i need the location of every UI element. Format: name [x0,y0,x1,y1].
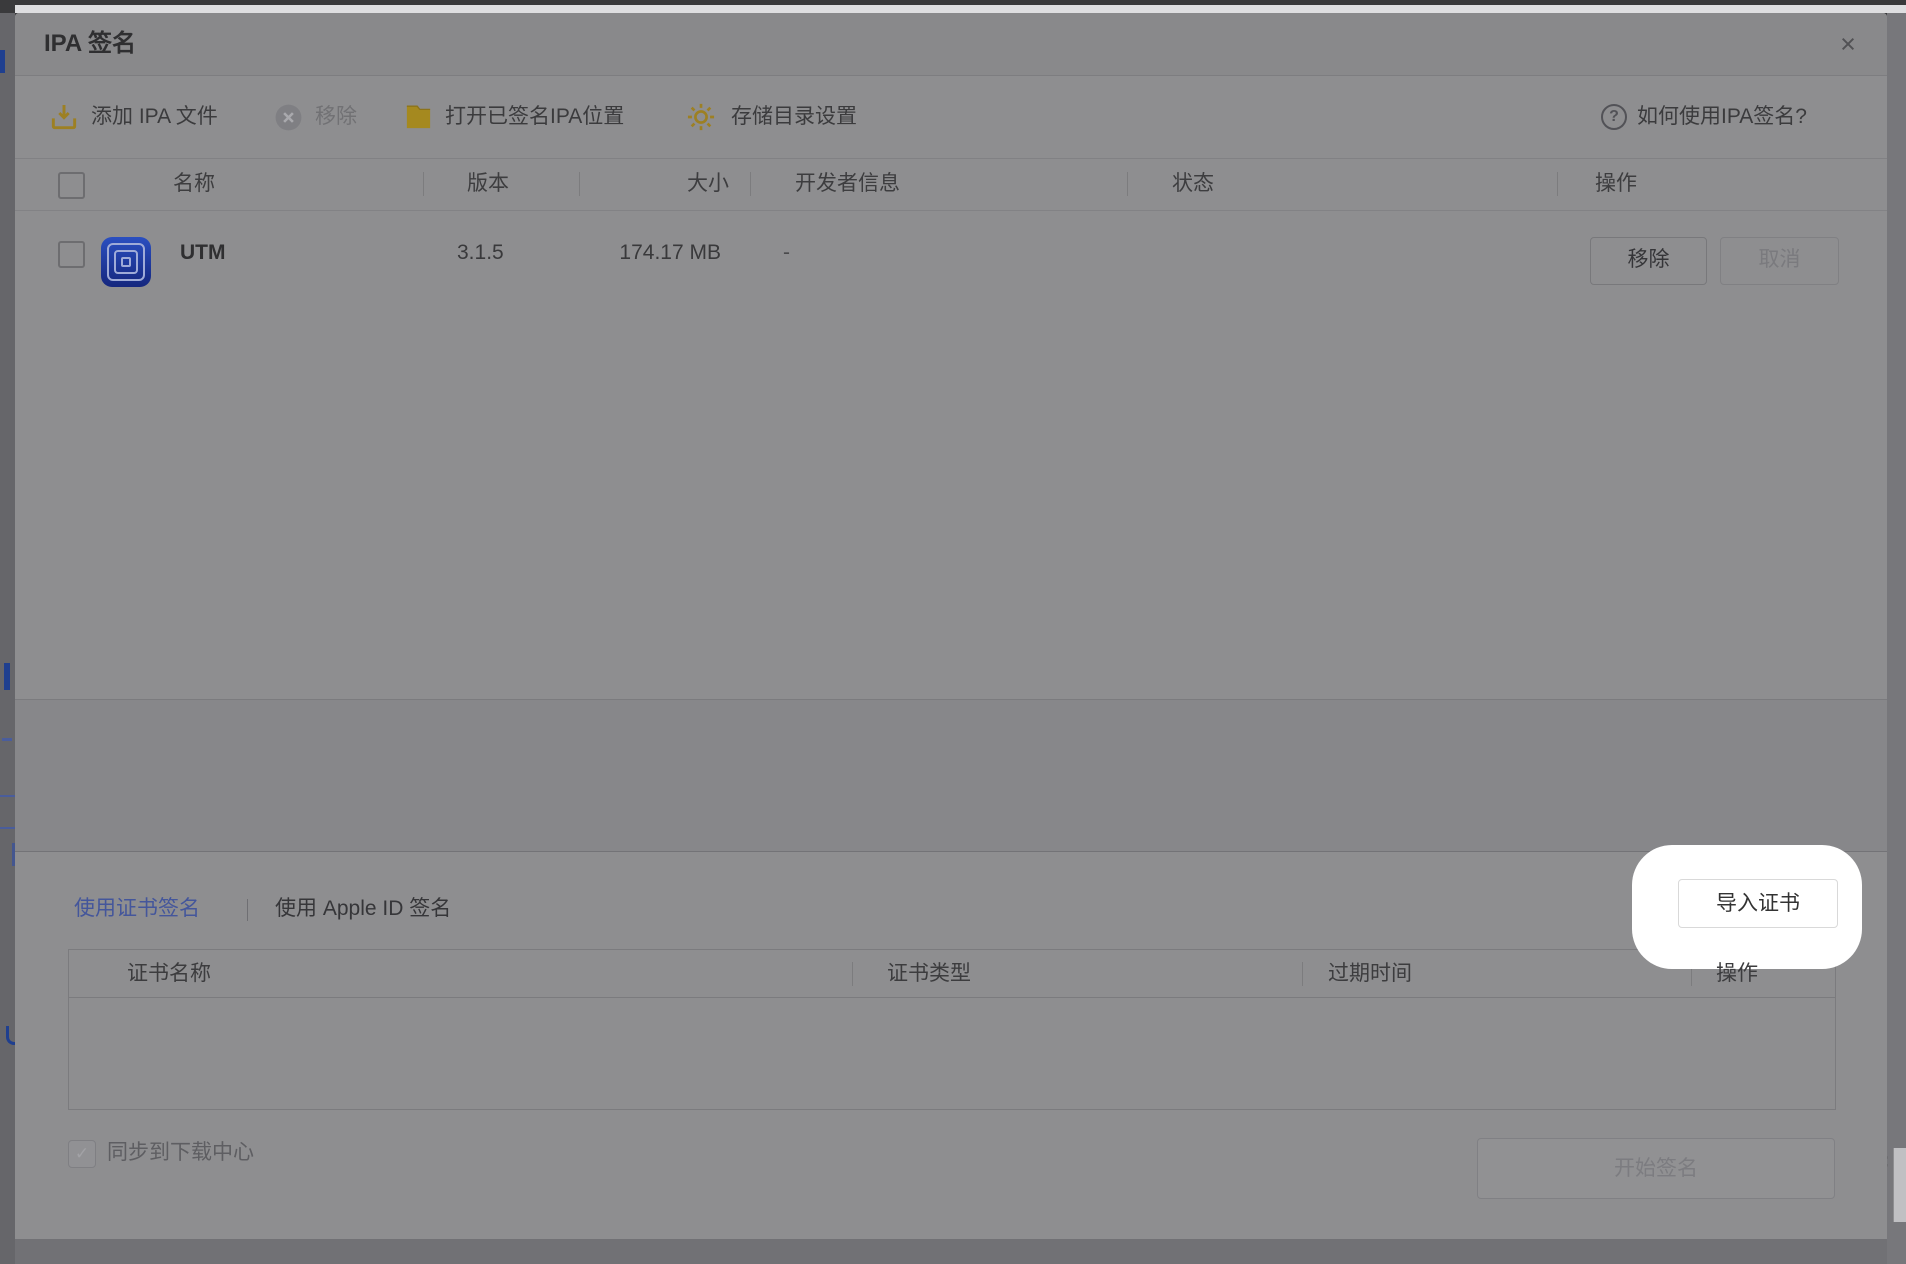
import-certificate-button[interactable]: 导入证书 [1678,879,1838,928]
add-ipa-icon [48,101,80,133]
sync-checkbox: ✓ [68,1140,96,1168]
background-bottom-strip [15,1238,1887,1264]
app-size: 174.17 MB [575,210,721,295]
row-checkbox[interactable] [58,241,85,268]
start-signing-button: 开始签名 [1477,1138,1835,1199]
tab-sign-with-apple-id[interactable]: 使用 Apple ID 签名 [275,894,451,924]
row-remove-button[interactable]: 移除 [1590,237,1707,285]
background-right-strip [1887,13,1906,1264]
column-cert-type: 证书类型 [887,950,971,998]
signing-panel: 使用证书签名 使用 Apple ID 签名 证书名称 证书类型 过期时间 操作 … [15,851,1887,1239]
background-fragment [0,50,5,73]
background-corner [0,0,15,13]
column-divider [852,962,853,986]
help-icon: ? [1601,104,1627,130]
dialog-title: IPA 签名 [44,13,136,75]
section-gap [15,700,1887,851]
dialog-titlebar: IPA 签名 × [15,13,1887,76]
background-fragment [4,663,10,690]
column-name: 名称 [173,158,215,210]
tab-divider [247,899,248,921]
add-ipa-button[interactable]: 添加 IPA 文件 [91,102,218,132]
background-top-edge [0,0,1906,5]
column-size: 大小 [615,158,729,210]
select-all-checkbox[interactable] [58,172,85,199]
column-version: 版本 [467,158,509,210]
background-fragment [2,738,12,741]
remove-circle-icon [273,102,305,134]
utm-app-icon [101,237,151,287]
column-divider [579,172,580,196]
background-window-top-band [15,5,1906,13]
column-cert-actions: 操作 [1716,950,1758,998]
ipa-table-header: 名称 版本 大小 开发者信息 状态 操作 [15,158,1887,211]
tab-sign-with-certificate[interactable]: 使用证书签名 [74,894,200,924]
column-divider [1127,172,1128,196]
folder-icon [403,101,435,133]
remove-button: 移除 [315,102,357,132]
column-divider [423,172,424,196]
column-divider [1557,172,1558,196]
app-version: 3.1.5 [457,210,504,295]
column-cert-expiry: 过期时间 [1328,950,1412,998]
certificate-table: 证书名称 证书类型 过期时间 操作 [68,949,1836,1110]
column-divider [750,172,751,196]
row-cancel-button: 取消 [1720,237,1839,285]
ipa-signing-screen: f IPA 签名 × 添加 IPA 文件 移除 [0,0,1906,1264]
sync-label: 同步到下载中心 [107,1135,254,1171]
storage-settings-button[interactable]: 存储目录设置 [731,102,857,132]
app-developer: - [783,210,790,295]
certificate-table-header: 证书名称 证书类型 过期时间 操作 [69,950,1835,998]
background-left-strip [0,13,15,1264]
how-to-use-link[interactable]: 如何使用IPA签名? [1637,102,1807,132]
open-signed-location-button[interactable]: 打开已签名IPA位置 [445,102,624,132]
column-cert-name: 证书名称 [127,950,211,998]
table-row-utm: UTM 3.1.5 174.17 MB - 移除 取消 [15,210,1887,295]
gear-icon [685,101,717,133]
dialog-toolbar: 添加 IPA 文件 移除 打开已签名IPA位置 [15,76,1887,159]
column-status: 状态 [1172,158,1214,210]
column-divider [1302,962,1303,986]
app-name: UTM [180,210,226,295]
close-icon[interactable]: × [1827,26,1869,64]
column-developer: 开发者信息 [795,158,900,210]
column-actions: 操作 [1595,158,1637,210]
ipa-signing-dialog: IPA 签名 × 添加 IPA 文件 移除 [15,13,1887,1238]
background-fragment [1893,1148,1906,1222]
